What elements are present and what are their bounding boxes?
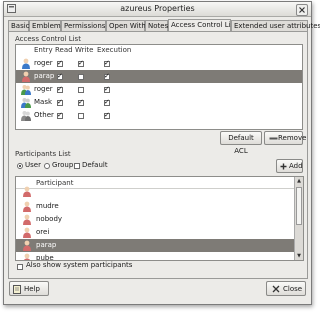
acl-row[interactable]: Mask — [16, 96, 302, 109]
participants-scrollbar[interactable]: ▲ ▼ — [294, 177, 303, 260]
acl-write-checkbox[interactable] — [78, 87, 84, 93]
help-button-label: Help — [24, 285, 40, 293]
acl-entry-name: roger — [34, 59, 53, 67]
participants-list[interactable]: Participant mudre nobody orei parap pube… — [15, 176, 304, 261]
acl-read-checkbox[interactable] — [57, 98, 63, 106]
acl-execution-checkbox[interactable] — [104, 98, 110, 106]
user-radio-label: User — [25, 161, 41, 169]
group-radio-label: Group — [52, 161, 74, 169]
participant-name: parap — [36, 241, 57, 249]
participant-name: nobody — [36, 215, 63, 223]
tab-open-with[interactable]: Open With — [106, 20, 146, 31]
acl-execution-checkbox[interactable] — [104, 72, 110, 80]
user-radio[interactable] — [17, 163, 23, 169]
acl-write-checkbox[interactable] — [78, 98, 84, 106]
window-title: azureus Properties — [120, 4, 195, 13]
mask-icon — [21, 98, 31, 108]
acl-list[interactable]: Entry Read Write Execution roger parap r… — [15, 44, 303, 130]
acl-entry-name: parap — [34, 72, 55, 80]
acl-row-selected[interactable]: parap — [16, 70, 302, 83]
participants-section-label: Participants List — [15, 150, 71, 158]
acl-section-label: Access Control List — [15, 35, 81, 43]
close-icon — [299, 7, 305, 13]
tab-panel: Access Control List Entry Read Write Exe… — [8, 31, 308, 279]
other-icon — [21, 111, 31, 121]
acl-col-read[interactable]: Read — [55, 45, 73, 55]
tab-emblems[interactable]: Emblems — [29, 20, 64, 31]
acl-write-checkbox[interactable] — [78, 113, 84, 119]
acl-execution-checkbox[interactable] — [104, 85, 110, 93]
help-button[interactable]: Help — [9, 281, 49, 296]
acl-write-checkbox[interactable] — [78, 74, 84, 80]
user-red-icon — [23, 253, 31, 260]
group-radio[interactable] — [44, 163, 50, 169]
close-icon — [272, 285, 280, 293]
tab-basic[interactable]: Basic — [8, 20, 30, 31]
add-button-label: Add — [289, 162, 303, 170]
acl-row[interactable]: Other — [16, 109, 302, 122]
acl-execution-checkbox[interactable] — [104, 111, 110, 119]
default-checkbox-label: Default — [82, 161, 108, 169]
window-close-button[interactable] — [296, 4, 308, 16]
user-red-icon — [23, 227, 31, 238]
user-red-icon — [23, 214, 31, 225]
participant-name: pube — [36, 254, 54, 261]
show-system-participants-checkbox[interactable] — [17, 264, 23, 270]
title-bar[interactable]: azureus Properties — [4, 2, 311, 17]
acl-entry-name: Other — [34, 111, 54, 119]
user-red-icon — [22, 71, 30, 82]
acl-execution-checkbox[interactable] — [104, 59, 110, 67]
participant-name: orei — [36, 228, 50, 236]
remove-button-label: Remove — [278, 134, 307, 142]
add-button[interactable]: Add — [276, 159, 303, 173]
help-icon — [13, 285, 21, 294]
acl-read-checkbox[interactable] — [57, 85, 63, 93]
acl-col-execution[interactable]: Execution — [97, 45, 131, 55]
scroll-thumb[interactable] — [296, 187, 302, 225]
participant-row[interactable]: pube — [16, 252, 303, 261]
group-icon — [21, 85, 31, 95]
tab-permissions[interactable]: Permissions — [61, 20, 106, 31]
acl-read-checkbox[interactable] — [57, 59, 63, 67]
participant-row[interactable]: nobody — [16, 213, 303, 226]
acl-row[interactable]: roger — [16, 57, 302, 70]
close-button-label: Close — [283, 285, 303, 293]
user-red-icon — [23, 186, 31, 197]
remove-icon — [269, 137, 278, 140]
acl-col-write[interactable]: Write — [75, 45, 93, 55]
acl-entry-name: Mask — [34, 98, 53, 106]
default-acl-button[interactable]: Default ACL — [220, 131, 262, 155]
participant-row-selected[interactable]: parap — [16, 239, 295, 252]
add-icon — [280, 163, 287, 170]
show-system-participants-label: Also show system participants — [26, 261, 133, 269]
participant-name: mudre — [36, 202, 59, 210]
user-icon — [22, 58, 30, 69]
participant-row[interactable]: orei — [16, 226, 303, 239]
acl-write-checkbox[interactable] — [78, 59, 84, 67]
acl-entry-name: roger — [34, 85, 53, 93]
tab-notes[interactable]: Notes — [145, 20, 168, 31]
close-button[interactable]: Close — [266, 281, 306, 296]
default-checkbox[interactable] — [74, 163, 80, 169]
remove-button[interactable]: Remove — [264, 131, 307, 145]
participant-row[interactable]: mudre — [16, 200, 303, 213]
participant-column-header[interactable]: Participant — [36, 178, 286, 188]
user-red-icon — [23, 240, 31, 251]
acl-row[interactable]: roger — [16, 83, 302, 96]
acl-read-checkbox[interactable] — [57, 72, 63, 80]
user-red-icon — [23, 201, 31, 212]
properties-window: azureus Properties Basic Emblems Permiss… — [3, 1, 320, 305]
acl-read-checkbox[interactable] — [57, 111, 63, 119]
tab-extended-user-attributes[interactable]: Extended user attributes — [231, 20, 320, 31]
scroll-down-arrow-icon[interactable]: ▼ — [296, 253, 302, 259]
scroll-up-arrow-icon[interactable]: ▲ — [296, 178, 302, 184]
acl-col-entry[interactable]: Entry — [34, 45, 53, 55]
